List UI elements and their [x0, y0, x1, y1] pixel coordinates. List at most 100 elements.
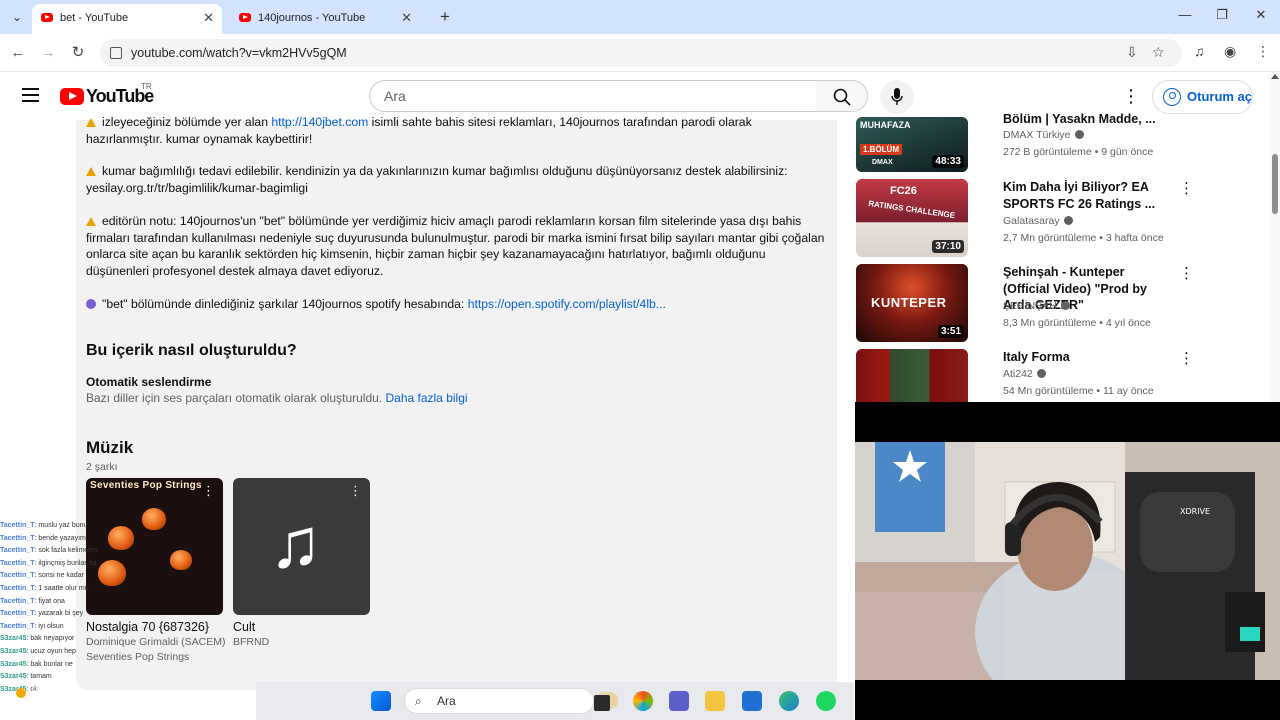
- para2-text: kumar bağımlılığı tedavi edilebilir. ken…: [86, 164, 788, 195]
- channel-name-text: ŞEHİNŞAH: [1003, 300, 1057, 312]
- maximize-window-button[interactable]: ❐: [1210, 7, 1234, 23]
- video-title[interactable]: Italy Forma: [1003, 349, 1173, 366]
- recommendation-item[interactable]: Italy Forma Ati242 54 Mn görüntüleme • 1…: [856, 349, 1256, 402]
- scrollbar-thumb[interactable]: [1272, 154, 1278, 214]
- country-code: TR: [141, 82, 152, 91]
- video-thumbnail[interactable]: [856, 349, 968, 402]
- store-icon[interactable]: [742, 691, 762, 711]
- channel-name[interactable]: DMAX Türkiye: [1003, 129, 1084, 141]
- install-app-icon[interactable]: ⇩: [1126, 44, 1138, 61]
- close-tab-icon[interactable]: ✕: [401, 4, 412, 32]
- chat-message: Tacettin_T: yazarak bi şey: [0, 608, 260, 621]
- track-menu-icon[interactable]: ⋮: [349, 483, 362, 499]
- channel-name-text: Galatasaray: [1003, 215, 1060, 227]
- media-controls-icon[interactable]: ♫: [1194, 43, 1205, 59]
- windows-start-icon[interactable]: [371, 691, 391, 711]
- spotify-icon[interactable]: [816, 691, 836, 711]
- tab-140journos-youtube[interactable]: 140journos - YouTube ✕: [230, 4, 420, 34]
- upload-age: 3 hafta önce: [1105, 232, 1164, 244]
- chat-text: : tamam: [26, 673, 52, 681]
- channel-name-text: DMAX Türkiye: [1003, 129, 1071, 141]
- page-scrollbar[interactable]: [1270, 72, 1280, 402]
- signin-button[interactable]: Oturum aç: [1152, 80, 1253, 114]
- close-window-button[interactable]: ✕: [1249, 7, 1273, 23]
- learn-more-link[interactable]: Daha fazla bilgi: [385, 391, 467, 405]
- search-input[interactable]: Ara: [369, 80, 817, 112]
- new-tab-button[interactable]: +: [434, 6, 456, 28]
- edge-browser-icon[interactable]: [779, 691, 799, 711]
- chair-logo: XDRIVE: [1180, 507, 1210, 516]
- music-note-icon: [86, 299, 96, 309]
- forward-arrow-icon[interactable]: →: [37, 42, 59, 64]
- video-menu-icon[interactable]: ⋮: [1179, 179, 1194, 197]
- task-view-icon[interactable]: [594, 695, 610, 711]
- profile-icon[interactable]: ◉: [1224, 43, 1236, 60]
- chat-text: : 1 saatte olur mu: [34, 584, 89, 592]
- teams-icon[interactable]: [669, 691, 689, 711]
- video-title[interactable]: Kim Daha İyi Biliyor? EA SPORTS FC 26 Ra…: [1003, 179, 1173, 212]
- site-info-icon[interactable]: [110, 47, 122, 59]
- minimize-window-button[interactable]: —: [1173, 7, 1197, 22]
- recommendation-item[interactable]: MUHAFAZA 1.BÖLÜM DMAX 48:33 Bölüm | Yasa…: [856, 111, 1256, 173]
- recommendation-item[interactable]: FC26 RATINGS CHALLENGE 37:10 Kim Daha İy…: [856, 179, 1256, 259]
- video-thumbnail[interactable]: KUNTEPER 3:51: [856, 264, 968, 342]
- video-menu-icon[interactable]: ⋮: [1179, 264, 1194, 282]
- chat-username: Tacettin_T: [0, 572, 35, 580]
- url-text[interactable]: youtube.com/watch?v=vkm2HVv5gQM: [131, 39, 347, 67]
- omnibox[interactable]: youtube.com/watch?v=vkm2HVv5gQM ⇩ ☆: [100, 39, 1182, 67]
- verified-icon: [1060, 301, 1070, 310]
- file-explorer-icon[interactable]: [705, 691, 725, 711]
- video-title[interactable]: Bölüm | Yasakn Madde, ...: [1003, 111, 1173, 127]
- chat-username: S3zar45: [0, 673, 27, 681]
- channel-name[interactable]: Galatasaray: [1003, 215, 1073, 227]
- video-duration: 37:10: [932, 240, 964, 253]
- video-menu-icon[interactable]: ⋮: [1179, 349, 1194, 367]
- voice-search-button[interactable]: [880, 80, 914, 114]
- tab-bet-youtube[interactable]: bet - YouTube ✕: [32, 4, 222, 34]
- chat-text: : muslu yaz bunu: [34, 522, 88, 529]
- thumbnail-brand: DMAX: [872, 159, 893, 166]
- search-button[interactable]: [816, 80, 868, 112]
- chat-message: Tacettin_T: iyi olsun: [0, 621, 260, 634]
- tab-title: bet - YouTube: [60, 12, 129, 24]
- upload-age: 9 gün önce: [1101, 146, 1154, 158]
- view-count: 8,3 Mn görüntüleme: [1003, 317, 1097, 329]
- verified-icon: [1074, 130, 1084, 139]
- bookmark-star-icon[interactable]: ☆: [1152, 44, 1165, 61]
- para3-text: editörün notu: 140journos'un "bet" bölüm…: [86, 214, 825, 278]
- chat-text: : bende yazayım: [34, 534, 86, 542]
- webcam-frame-bottom: [855, 680, 1280, 720]
- video-thumbnail[interactable]: MUHAFAZA 1.BÖLÜM DMAX 48:33: [856, 117, 968, 172]
- reload-icon[interactable]: ↻: [67, 42, 89, 64]
- tab-search-icon[interactable]: ⌄: [6, 6, 28, 28]
- recommendation-item[interactable]: KUNTEPER 3:51 Şehinşah - Kunteper (Offic…: [856, 264, 1256, 344]
- thumbnail-badge: 1.BÖLÜM: [860, 144, 902, 155]
- close-tab-icon[interactable]: ✕: [203, 4, 214, 32]
- weather-widget[interactable]: 16°C Güneşli: [16, 684, 64, 706]
- view-count: 2,7 Mn görüntüleme: [1003, 232, 1097, 244]
- chat-message: Tacettin_T: muslu yaz bunu: [0, 520, 260, 533]
- chat-text: : ucuz oyun hep: [26, 647, 76, 655]
- jbet-link[interactable]: http://140jbet.com: [271, 115, 368, 129]
- scroll-up-arrow-icon[interactable]: [1271, 74, 1279, 79]
- hamburger-menu-icon[interactable]: [22, 88, 39, 102]
- view-count: 54 Mn görüntüleme: [1003, 385, 1094, 397]
- thumbnail-badge: RATINGS CHALLENGE: [867, 198, 956, 221]
- webcam-feed: XDRIVE: [855, 442, 1280, 680]
- chat-text: : iyi olsun: [34, 622, 64, 630]
- browser-menu-icon[interactable]: ⋮: [1256, 43, 1270, 60]
- thumbnail-text: KUNTEPER: [871, 295, 947, 310]
- video-thumbnail[interactable]: FC26 RATINGS CHALLENGE 37:10: [856, 179, 968, 257]
- webcam-frame-top: [855, 402, 1280, 442]
- spotify-playlist-link[interactable]: https://open.spotify.com/playlist/4lb...: [468, 297, 666, 311]
- channel-name[interactable]: Ati242: [1003, 368, 1046, 380]
- windows-taskbar: ⌕ Ara: [256, 682, 854, 720]
- upload-age: 11 ay önce: [1103, 385, 1154, 397]
- track-menu-icon[interactable]: ⋮: [202, 483, 215, 499]
- taskbar-search[interactable]: ⌕ Ara: [404, 688, 594, 714]
- back-arrow-icon[interactable]: ←: [7, 42, 29, 64]
- tab-title: 140journos - YouTube: [258, 12, 366, 24]
- channel-name[interactable]: ŞEHİNŞAH: [1003, 300, 1070, 312]
- settings-menu-icon[interactable]: ⋮: [1122, 86, 1140, 107]
- copilot-icon[interactable]: [633, 691, 653, 711]
